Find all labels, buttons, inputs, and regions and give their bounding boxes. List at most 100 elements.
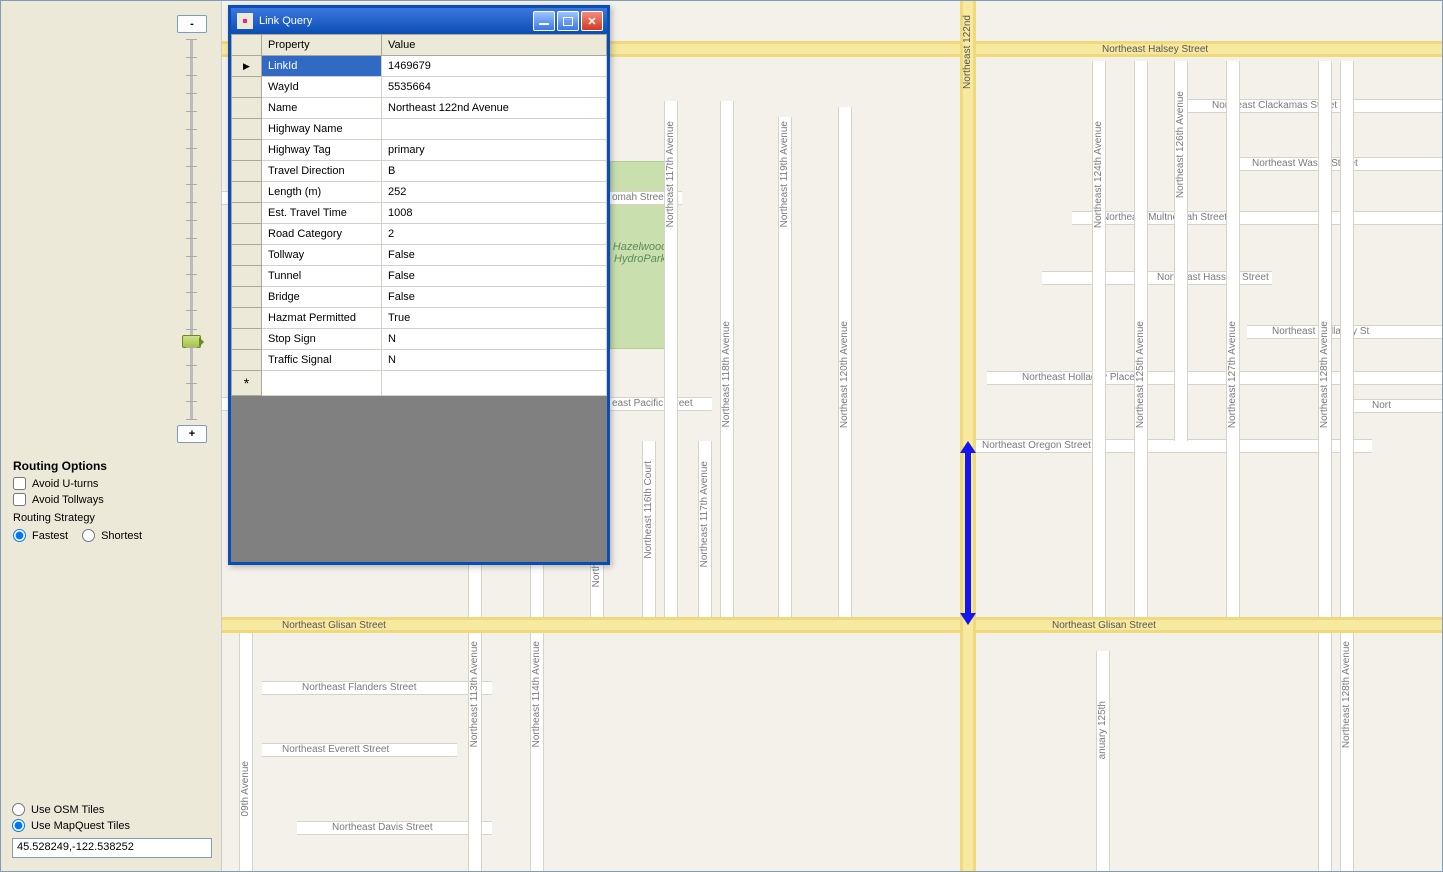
value-cell[interactable]: primary xyxy=(382,140,607,161)
road-label: east Pacific Street xyxy=(612,398,693,409)
table-row[interactable]: Road Category2 xyxy=(232,224,607,245)
value-cell[interactable]: 1469679 xyxy=(382,56,607,77)
window-titlebar[interactable]: Link Query ✕ xyxy=(231,8,607,34)
property-cell[interactable]: Bridge xyxy=(262,287,382,308)
table-row[interactable]: LinkId1469679 xyxy=(232,56,607,77)
avoid-tollways-label: Avoid Tollways xyxy=(32,494,104,506)
row-header[interactable] xyxy=(232,203,262,224)
avoid-uturns-checkbox[interactable]: Avoid U-turns xyxy=(13,477,209,490)
row-header[interactable] xyxy=(232,119,262,140)
routing-options-title: Routing Options xyxy=(13,459,209,473)
row-header[interactable] xyxy=(232,308,262,329)
col-property-header[interactable]: Property xyxy=(262,35,382,56)
table-row[interactable]: Hazmat PermittedTrue xyxy=(232,308,607,329)
close-button[interactable]: ✕ xyxy=(581,11,603,31)
value-cell[interactable]: Northeast 122nd Avenue xyxy=(382,98,607,119)
value-cell[interactable] xyxy=(382,371,607,396)
property-cell[interactable]: Est. Travel Time xyxy=(262,203,382,224)
road-vertical xyxy=(1340,61,1354,871)
row-header[interactable] xyxy=(232,245,262,266)
property-cell[interactable]: LinkId xyxy=(262,56,382,77)
property-cell[interactable]: Road Category xyxy=(262,224,382,245)
property-cell[interactable]: Name xyxy=(262,98,382,119)
property-cell[interactable]: Travel Direction xyxy=(262,161,382,182)
strategy-fastest-radio[interactable]: Fastest xyxy=(13,529,68,542)
property-cell[interactable]: Traffic Signal xyxy=(262,350,382,371)
maximize-button[interactable] xyxy=(557,11,579,31)
table-row[interactable]: Traffic SignalN xyxy=(232,350,607,371)
minimize-icon xyxy=(539,23,549,25)
property-cell[interactable]: Highway Name xyxy=(262,119,382,140)
property-cell[interactable]: Length (m) xyxy=(262,182,382,203)
tiles-osm-radio[interactable]: Use OSM Tiles xyxy=(12,803,210,816)
fastest-label: Fastest xyxy=(32,530,68,542)
table-row[interactable]: Highway Name xyxy=(232,119,607,140)
table-row[interactable]: WayId5535664 xyxy=(232,77,607,98)
tiles-mapquest-radio[interactable]: Use MapQuest Tiles xyxy=(12,819,210,832)
close-icon: ✕ xyxy=(587,15,596,28)
value-cell[interactable]: N xyxy=(382,350,607,371)
value-cell[interactable]: False xyxy=(382,266,607,287)
property-cell[interactable]: Highway Tag xyxy=(262,140,382,161)
table-row[interactable]: Travel DirectionB xyxy=(232,161,607,182)
value-cell[interactable]: B xyxy=(382,161,607,182)
row-header[interactable] xyxy=(232,329,262,350)
table-row[interactable]: TunnelFalse xyxy=(232,266,607,287)
zoom-in-button[interactable]: + xyxy=(177,425,207,443)
table-row[interactable]: Stop SignN xyxy=(232,329,607,350)
road-label: Northeast Multnomah Street xyxy=(1102,212,1227,223)
row-header[interactable] xyxy=(232,161,262,182)
strategy-shortest-radio[interactable]: Shortest xyxy=(82,529,142,542)
road-label: 09th Avenue xyxy=(240,761,251,816)
row-header[interactable] xyxy=(232,371,262,396)
property-cell[interactable]: Tunnel xyxy=(262,266,382,287)
property-cell[interactable]: Stop Sign xyxy=(262,329,382,350)
link-query-window[interactable]: Link Query ✕ Property Value LinkI xyxy=(228,5,610,565)
property-cell[interactable] xyxy=(262,371,382,396)
col-value-header[interactable]: Value xyxy=(382,35,607,56)
table-row[interactable]: Est. Travel Time1008 xyxy=(232,203,607,224)
value-cell[interactable]: True xyxy=(382,308,607,329)
routing-strategy-label: Routing Strategy xyxy=(13,512,209,524)
value-cell[interactable]: 5535664 xyxy=(382,77,607,98)
row-header[interactable] xyxy=(232,77,262,98)
property-grid[interactable]: Property Value LinkId1469679WayId5535664… xyxy=(231,34,607,562)
grid-empty-area xyxy=(231,396,607,562)
minimize-button[interactable] xyxy=(533,11,555,31)
table-row[interactable]: BridgeFalse xyxy=(232,287,607,308)
road-label: Northeast 128th Avenue xyxy=(1319,321,1330,428)
road-label: Northeast Glisan Street xyxy=(282,620,386,631)
row-header[interactable] xyxy=(232,56,262,77)
table-row[interactable]: TollwayFalse xyxy=(232,245,607,266)
table-row[interactable]: Length (m)252 xyxy=(232,182,607,203)
value-cell[interactable]: 1008 xyxy=(382,203,607,224)
row-header[interactable] xyxy=(232,140,262,161)
row-header[interactable] xyxy=(232,287,262,308)
property-cell[interactable]: Tollway xyxy=(262,245,382,266)
avoid-uturns-label: Avoid U-turns xyxy=(32,478,98,490)
row-header[interactable] xyxy=(232,98,262,119)
road-label: Northeast Glisan Street xyxy=(1052,620,1156,631)
property-cell[interactable]: Hazmat Permitted xyxy=(262,308,382,329)
row-header[interactable] xyxy=(232,350,262,371)
row-header[interactable] xyxy=(232,182,262,203)
value-cell[interactable]: False xyxy=(382,245,607,266)
zoom-slider[interactable] xyxy=(190,39,193,419)
road-label: Northeast 117th Avenue xyxy=(665,121,676,227)
zoom-out-button[interactable]: - xyxy=(177,15,207,33)
new-row[interactable] xyxy=(232,371,607,396)
table-row[interactable]: NameNortheast 122nd Avenue xyxy=(232,98,607,119)
road-label: Northeast 120th Avenue xyxy=(839,321,850,428)
row-header[interactable] xyxy=(232,266,262,287)
value-cell[interactable]: 252 xyxy=(382,182,607,203)
value-cell[interactable] xyxy=(382,119,607,140)
value-cell[interactable]: 2 xyxy=(382,224,607,245)
road-label: Northeast 127th Avenue xyxy=(1227,321,1238,428)
value-cell[interactable]: N xyxy=(382,329,607,350)
avoid-tollways-checkbox[interactable]: Avoid Tollways xyxy=(13,493,209,506)
property-cell[interactable]: WayId xyxy=(262,77,382,98)
selected-link-marker[interactable] xyxy=(965,451,971,615)
row-header[interactable] xyxy=(232,224,262,245)
table-row[interactable]: Highway Tagprimary xyxy=(232,140,607,161)
value-cell[interactable]: False xyxy=(382,287,607,308)
